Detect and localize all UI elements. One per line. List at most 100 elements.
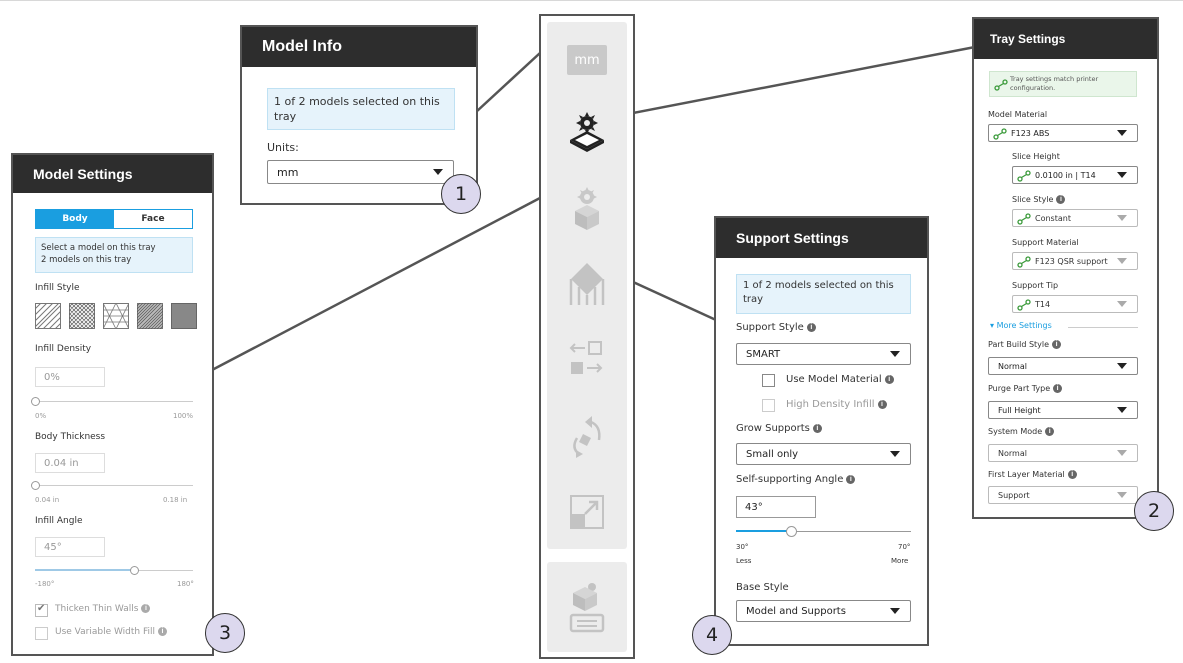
model-info-notice-text: 1 of 2 models selected on this tray	[274, 95, 440, 123]
model-settings-panel: Model Settings Body Face Select a model …	[11, 153, 214, 656]
info-icon[interactable]: i	[1045, 427, 1055, 436]
link-icon	[1017, 170, 1031, 182]
arrange-tool-button[interactable]	[547, 329, 627, 389]
info-icon[interactable]: i	[1052, 340, 1062, 349]
part-build-style-value: Normal	[998, 361, 1027, 371]
model-material-label: Model Material	[988, 110, 1048, 119]
tray-settings-tool-button[interactable]	[547, 104, 627, 164]
callout-1: 1	[441, 174, 481, 214]
support-tip-value: T14	[1035, 299, 1051, 309]
infill-solid-option[interactable]	[171, 303, 197, 329]
body-thickness-track[interactable]	[35, 485, 193, 486]
tab-face[interactable]: Face	[114, 210, 192, 228]
purge-part-type-select[interactable]: Full Height	[988, 401, 1138, 419]
info-icon[interactable]: i	[884, 374, 894, 384]
infill-triangle-option[interactable]	[103, 303, 129, 329]
infill-angle-max: 180°	[177, 580, 194, 588]
infill-dense-option[interactable]	[137, 303, 163, 329]
first-layer-material-value: Support	[998, 490, 1030, 500]
part-build-style-label: Part Build Style i	[988, 340, 1062, 349]
info-icon[interactable]: i	[1067, 470, 1077, 479]
info-icon[interactable]: i	[158, 627, 168, 636]
link-icon	[1017, 256, 1031, 268]
use-model-material-checkbox[interactable]	[762, 374, 775, 387]
arrange-icon	[569, 341, 603, 374]
tray-match-text: Tray settings match printer configuratio…	[1010, 75, 1099, 92]
tray-settings-header: Tray Settings	[974, 19, 1157, 59]
units-badge-text: mm	[574, 52, 600, 68]
self-supporting-angle-input[interactable]: 43°	[736, 496, 816, 518]
body-thickness-input[interactable]: 0.04 in	[35, 453, 105, 473]
model-settings-tool-button[interactable]	[547, 179, 627, 239]
chevron-down-icon	[1117, 215, 1127, 221]
thicken-thin-walls-checkbox[interactable]: ✔	[35, 603, 48, 617]
info-icon[interactable]: i	[1056, 195, 1066, 204]
chevron-down-icon	[1117, 363, 1127, 369]
infill-diagonal-option[interactable]	[35, 303, 61, 329]
body-thickness-handle[interactable]	[31, 481, 40, 490]
infill-density-handle[interactable]	[31, 397, 40, 406]
callout-2: 2	[1134, 491, 1174, 531]
info-icon[interactable]: i	[806, 322, 816, 332]
support-style-select[interactable]: SMART	[736, 343, 911, 365]
high-density-infill-checkbox[interactable]	[762, 399, 775, 412]
slice-style-select[interactable]: Constant	[1012, 209, 1138, 227]
link-icon	[1017, 213, 1031, 225]
info-icon[interactable]: i	[141, 604, 151, 613]
info-icon[interactable]: i	[877, 399, 887, 409]
infill-style-options	[35, 303, 197, 329]
build-tool-button[interactable]	[547, 577, 627, 637]
infill-style-label: Infill Style	[35, 283, 80, 293]
infill-density-input[interactable]: 0%	[35, 367, 105, 387]
angle-handle[interactable]	[786, 526, 797, 537]
model-material-select[interactable]: F123 ABS	[988, 124, 1138, 142]
callout-4: 4	[692, 615, 732, 655]
first-layer-material-select[interactable]: Support	[988, 486, 1138, 504]
infill-density-track[interactable]	[35, 401, 193, 402]
more-settings-toggle[interactable]: ▾ More Settings	[990, 321, 1052, 330]
info-icon[interactable]: i	[846, 474, 856, 484]
scale-tool-button[interactable]	[547, 483, 627, 543]
more-settings-divider	[1068, 327, 1138, 328]
chevron-down-icon	[1117, 301, 1127, 307]
base-style-label: Base Style	[736, 582, 789, 593]
slice-height-value: 0.0100 in | T14	[1035, 170, 1096, 180]
slice-style-value: Constant	[1035, 213, 1071, 223]
model-info-header: Model Info	[242, 27, 476, 67]
slice-height-label: Slice Height	[1012, 152, 1060, 161]
units-select[interactable]: mm	[267, 160, 454, 184]
support-material-select[interactable]: F123 QSR support	[1012, 252, 1138, 270]
infill-angle-handle[interactable]	[130, 566, 139, 575]
body-thickness-max: 0.18 in	[163, 496, 188, 504]
high-density-infill-label: High Density Infill i	[786, 399, 887, 410]
build-icon	[569, 583, 605, 633]
support-tip-select[interactable]: T14	[1012, 295, 1138, 313]
infill-crosshatch-option[interactable]	[69, 303, 95, 329]
variable-width-fill-checkbox[interactable]	[35, 627, 48, 640]
vertical-toolbar: mm	[539, 14, 635, 659]
support-settings-tool-button[interactable]	[547, 254, 627, 314]
tab-face-label: Face	[141, 214, 165, 224]
orient-tool-button[interactable]	[547, 407, 627, 467]
body-thickness-min: 0.04 in	[35, 496, 60, 504]
units-tool-button[interactable]: mm	[547, 30, 627, 90]
purge-part-type-value: Full Height	[998, 405, 1041, 415]
info-icon[interactable]: i	[812, 423, 822, 433]
support-material-label: Support Material	[1012, 238, 1079, 247]
base-style-select[interactable]: Model and Supports	[736, 600, 911, 622]
model-settings-title: Model Settings	[33, 166, 133, 182]
variable-width-fill-label: Use Variable Width Fill i	[55, 627, 168, 637]
link-icon	[993, 128, 1007, 140]
slice-height-select[interactable]: 0.0100 in | T14	[1012, 166, 1138, 184]
grow-supports-select[interactable]: Small only	[736, 443, 911, 465]
model-info-notice: 1 of 2 models selected on this tray	[267, 88, 455, 130]
part-build-style-select[interactable]: Normal	[988, 357, 1138, 375]
infill-density-value: 0%	[44, 371, 60, 383]
info-icon[interactable]: i	[1053, 384, 1063, 393]
chevron-down-icon	[1117, 172, 1127, 178]
infill-angle-input[interactable]: 45°	[35, 537, 105, 557]
system-mode-select[interactable]: Normal	[988, 444, 1138, 462]
scale-icon	[570, 495, 604, 529]
tab-body[interactable]: Body	[36, 210, 114, 228]
chevron-down-icon	[1117, 258, 1127, 264]
